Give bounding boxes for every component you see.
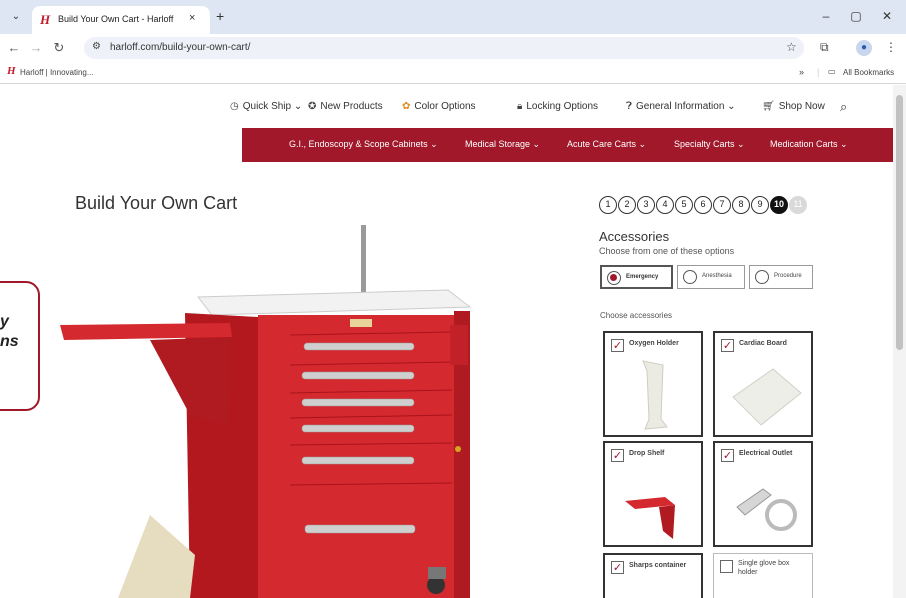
bookmarks-overflow-icon[interactable]: » [799,67,804,77]
cart-preview-image [60,225,472,598]
checkbox-sharps-container[interactable]: ✓ [611,561,624,574]
nav-shop-now[interactable]: 🛒︎ Shop Now [762,101,825,112]
browser-tab-bar: ⌄ H Build Your Own Cart - Harloff × + – … [0,0,906,34]
question-icon: ❓︎ [626,101,633,112]
search-icon[interactable]: ⌕ [840,99,847,115]
radio-procedure[interactable] [755,270,769,284]
tab-close-icon[interactable]: × [189,12,195,24]
tab-search-icon[interactable]: ⌄ [8,9,24,25]
scrollbar-thumb[interactable] [896,95,903,350]
sharps-container-image [613,579,697,598]
card-label: Oxygen Holder [629,340,679,347]
step-6[interactable]: 6 [694,196,712,214]
card-label: Cardiac Board [739,340,787,347]
accessory-card-drop-shelf[interactable]: ✓ Drop Shelf [603,441,703,547]
star-icon[interactable]: ☆ [786,40,797,54]
category-label: Specialty Carts [674,139,735,149]
browser-toolbar: ← → ↻ ⚙ harloff.com/build-your-own-cart/… [0,34,906,62]
category-specialty-carts[interactable]: Specialty Carts ⌄ [674,139,745,150]
cart-icon: 🛒︎ [762,101,775,112]
card-label: Electrical Outlet [739,450,793,457]
checkbox-oxygen-holder[interactable]: ✓ [611,339,624,352]
callout-text-line1: y [0,313,9,330]
cardiac-board-image [732,368,802,426]
option-label: Emergency [626,274,659,280]
step-10[interactable]: 10 [770,196,788,214]
category-label: Medication Carts [770,139,838,149]
option-label: Procedure [774,273,802,279]
checkbox-electrical-outlet[interactable]: ✓ [721,449,734,462]
choose-accessories-label: Choose accessories [600,311,673,320]
step-9[interactable]: 9 [751,196,769,214]
category-medication-carts[interactable]: Medication Carts ⌄ [770,139,848,150]
radio-anesthesia[interactable] [683,270,697,284]
option-emergency[interactable]: Emergency [600,265,673,289]
category-label: Acute Care Carts [567,139,637,149]
profile-icon[interactable]: ● [856,40,872,56]
card-label: Single glove box holder [738,560,790,576]
accessory-card-cardiac-board[interactable]: ✓ Cardiac Board [713,331,813,437]
step-1[interactable]: 1 [599,196,617,214]
address-bar[interactable]: ⚙ harloff.com/build-your-own-cart/ ☆ [84,37,804,59]
nav-label: General Information [636,101,725,112]
tab-title: Build Your Own Cart - Harloff [58,14,174,24]
card-label: Sharps container [629,562,687,569]
nav-general-information[interactable]: ❓︎ General Information ⌄ [626,101,736,112]
site-settings-icon[interactable]: ⚙ [92,41,101,52]
accessory-card-sharps-container[interactable]: ✓ Sharps container [603,553,703,598]
minimize-icon[interactable]: – [818,9,834,23]
accessories-subheading: Choose from one of these options [599,246,735,256]
option-procedure[interactable]: Procedure [749,265,813,289]
option-anesthesia[interactable]: Anesthesia [677,265,745,289]
browser-tab[interactable]: H Build Your Own Cart - Harloff × [32,6,210,34]
all-bookmarks-link[interactable]: All Bookmarks [843,68,894,77]
bookmark-harloff[interactable]: Harloff | Innovating... [20,68,94,77]
back-icon[interactable]: ← [6,40,22,55]
card-label: Drop Shelf [629,450,665,457]
step-8[interactable]: 8 [732,196,750,214]
url-text: harloff.com/build-your-own-cart/ [110,42,251,53]
option-label: Anesthesia [702,273,732,279]
category-acute-care-carts[interactable]: Acute Care Carts ⌄ [567,139,646,150]
electrical-outlet-image [736,488,797,531]
nav-label: Shop Now [778,101,825,112]
step-5[interactable]: 5 [675,196,693,214]
reload-icon[interactable]: ↻ [51,40,67,56]
page-content: ◷ Quick Ship ⌄ ✪ New Products ✿ Color Optio… [0,85,906,598]
close-icon[interactable]: ✕ [879,9,895,23]
checkbox-single-glove-box[interactable] [720,560,733,573]
drop-shelf-image [625,497,675,539]
bookmarks-bar: H Harloff | Innovating... » | ▭ All Book… [0,62,906,84]
harloff-favicon-icon: H [40,12,51,27]
menu-icon[interactable]: ⋮ [885,40,897,54]
accessory-card-oxygen-holder[interactable]: ✓ Oxygen Holder [603,331,703,437]
callout-text-line2: ns [0,333,19,350]
bookmarks-divider: | [817,67,820,77]
oxygen-holder-image [642,360,668,430]
extensions-icon[interactable]: ⧉ [820,40,829,55]
step-11: 11 [789,196,807,214]
checkbox-cardiac-board[interactable]: ✓ [721,339,734,352]
step-7[interactable]: 7 [713,196,731,214]
harloff-bookmark-icon: H [7,65,16,77]
folder-icon: ▭ [828,67,836,76]
checkbox-drop-shelf[interactable]: ✓ [611,449,624,462]
maximize-icon[interactable]: ▢ [848,9,864,23]
forward-icon[interactable]: → [28,40,44,55]
accessory-card-electrical-outlet[interactable]: ✓ Electrical Outlet [713,441,813,547]
radio-emergency[interactable] [607,271,621,285]
page-scrollbar[interactable] [893,85,906,598]
step-4[interactable]: 4 [656,196,674,214]
step-3[interactable]: 3 [637,196,655,214]
accessories-heading: Accessories [599,229,670,244]
new-tab-button[interactable]: + [216,8,224,24]
accessory-card-single-glove-box[interactable]: Single glove box holder [713,553,813,598]
step-2[interactable]: 2 [618,196,636,214]
